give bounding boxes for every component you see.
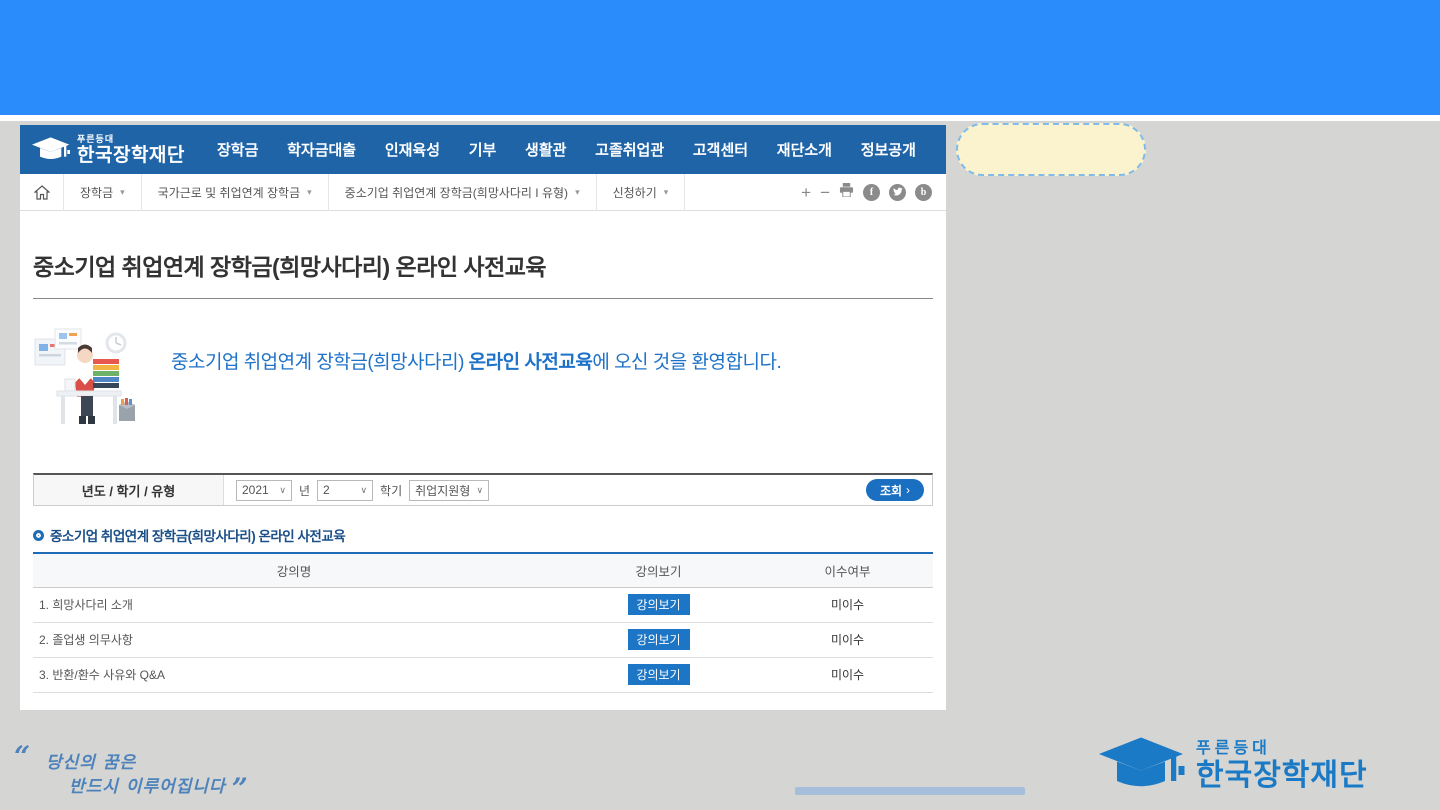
lecture-name: 1. 희망사다리 소개 (33, 587, 555, 622)
desk-illustration (33, 321, 139, 429)
printer-icon (839, 183, 854, 197)
chevron-down-icon: ∨ (477, 485, 484, 496)
lecture-view-cell: 강의보기 (555, 657, 762, 692)
nav-item-donation[interactable]: 기부 (469, 139, 497, 160)
graduation-cap-icon (32, 135, 72, 165)
nav-item-disclosure[interactable]: 정보공개 (861, 139, 916, 160)
footer-logo-tagline: 푸른등대 (1196, 741, 1368, 757)
completion-status-cell: 미이수 (762, 657, 933, 692)
site-logo[interactable]: 푸른등대 한국장학재단 (20, 135, 195, 165)
nav-item-about[interactable]: 재단소개 (777, 139, 832, 160)
search-button[interactable]: 조회 › (866, 479, 924, 501)
slogan-line2: 반드시 이루어집니다” (69, 772, 249, 805)
nav-item-customer-center[interactable]: 고객센터 (693, 139, 748, 160)
lecture-table: 강의명 강의보기 이수여부 1. 희망사다리 소개 강의보기 미이수 (33, 554, 933, 693)
site-logo-tagline: 푸른등대 (77, 135, 185, 144)
column-header-view: 강의보기 (555, 554, 762, 587)
section-heading: 중소기업 취업연계 장학금(희망사다리) 온라인 사전교육 (33, 525, 933, 554)
section-title: 중소기업 취업연계 장학금(희망사다리) 온라인 사전교육 (50, 525, 345, 545)
footer-logo: 푸른등대 한국장학재단 (1098, 733, 1368, 799)
semester-select[interactable]: 2 ∨ (317, 480, 373, 501)
bottom-accent-bar (795, 787, 1025, 795)
slide-top-band (0, 0, 1440, 115)
twitter-icon (893, 187, 903, 197)
table-row: 3. 반환/환수 사유와 Q&A 강의보기 미이수 (33, 657, 933, 692)
filter-label: 년도 / 학기 / 유형 (34, 475, 224, 505)
lecture-view-cell: 강의보기 (555, 622, 762, 657)
font-zoom-out-button[interactable]: − (820, 184, 830, 201)
view-lecture-button[interactable]: 강의보기 (628, 594, 690, 615)
footer-logo-text: 푸른등대 한국장학재단 (1196, 741, 1368, 791)
type-select[interactable]: 취업지원형 ∨ (409, 480, 489, 501)
completion-status-cell: 미이수 (762, 622, 933, 657)
lecture-view-cell: 강의보기 (555, 587, 762, 622)
website-screenshot-panel: 푸른등대 한국장학재단 장학금 학자금대출 인재육성 기부 생활관 고졸취업관 … (20, 125, 946, 710)
section-bullet-icon (33, 530, 44, 541)
welcome-block: 중소기업 취업연계 장학금(희망사다리) 온라인 사전교육에 오신 것을 환영합… (33, 321, 933, 429)
chevron-down-icon: ▾ (120, 187, 125, 198)
home-button[interactable] (20, 174, 64, 211)
site-logo-text: 푸른등대 한국장학재단 (77, 135, 185, 165)
breadcrumb: 장학금 ▾ 국가근로 및 취업연계 장학금 ▾ 중소기업 취업연계 장학금(희망… (20, 174, 946, 211)
blog-share-button[interactable]: b (915, 184, 932, 201)
status-badge: 미이수 (831, 633, 864, 647)
slide: 푸른등대 한국장학재단 장학금 학자금대출 인재육성 기부 생활관 고졸취업관 … (0, 0, 1440, 810)
facebook-share-button[interactable]: f (863, 184, 880, 201)
print-button[interactable] (839, 183, 854, 202)
chevron-down-icon: ▾ (664, 187, 669, 198)
filter-fields: 2021 ∨ 년 2 ∨ 학기 취업지원형 ∨ 조회 › (224, 479, 932, 501)
view-lecture-button[interactable]: 강의보기 (628, 664, 690, 685)
breadcrumb-item-sme-scholarship[interactable]: 중소기업 취업연계 장학금(희망사다리 I 유형) ▾ (329, 174, 597, 211)
main-nav-menu: 장학금 학자금대출 인재육성 기부 생활관 고졸취업관 고객센터 재단소개 정보… (217, 139, 916, 160)
page-title: 중소기업 취업연계 장학금(희망사다리) 온라인 사전교육 (33, 248, 933, 282)
close-quote-icon: ” (232, 772, 249, 805)
column-header-lecture-name: 강의명 (33, 554, 555, 587)
twitter-share-button[interactable] (889, 184, 906, 201)
blog-icon: b (921, 187, 927, 198)
page-content: 중소기업 취업연계 장학금(희망사다리) 온라인 사전교육 (20, 211, 946, 693)
column-header-completion: 이수여부 (762, 554, 933, 587)
nav-item-talent[interactable]: 인재육성 (385, 139, 440, 160)
home-icon (34, 185, 50, 200)
year-select[interactable]: 2021 ∨ (236, 480, 292, 501)
chevron-down-icon: ▾ (307, 187, 312, 198)
footer-logo-name: 한국장학재단 (1196, 761, 1368, 791)
annotation-callout (956, 123, 1146, 176)
lecture-name: 3. 반환/환수 사유와 Q&A (33, 657, 555, 692)
nav-item-loans[interactable]: 학자금대출 (287, 139, 356, 160)
table-row: 2. 졸업생 의무사항 강의보기 미이수 (33, 622, 933, 657)
main-navbar: 푸른등대 한국장학재단 장학금 학자금대출 인재육성 기부 생활관 고졸취업관 … (20, 125, 946, 174)
nav-item-highschool-jobs[interactable]: 고졸취업관 (595, 139, 664, 160)
nav-item-dormitory[interactable]: 생활관 (525, 139, 566, 160)
font-zoom-in-button[interactable]: + (801, 184, 811, 201)
breadcrumb-item-work-study[interactable]: 국가근로 및 취업연계 장학금 ▾ (142, 174, 329, 211)
filter-bar: 년도 / 학기 / 유형 2021 ∨ 년 2 ∨ 학기 취업지원형 ∨ (33, 473, 933, 506)
open-quote-icon: “ (14, 740, 30, 773)
chevron-down-icon: ▾ (575, 187, 580, 198)
slide-band-divider (0, 115, 1440, 121)
slogan-line1: 당신의 꿈은 (46, 748, 136, 773)
graduation-cap-icon (1098, 733, 1190, 799)
title-divider (33, 298, 933, 299)
lecture-name: 2. 졸업생 의무사항 (33, 622, 555, 657)
table-row: 1. 희망사다리 소개 강의보기 미이수 (33, 587, 933, 622)
page-toolbar: + − f b (801, 183, 946, 202)
table-header-row: 강의명 강의보기 이수여부 (33, 554, 933, 587)
chevron-right-icon: › (906, 483, 910, 497)
site-logo-name: 한국장학재단 (77, 146, 185, 165)
semester-unit-label: 학기 (380, 482, 402, 499)
facebook-icon: f (870, 187, 873, 198)
completion-status-cell: 미이수 (762, 587, 933, 622)
nav-item-scholarship[interactable]: 장학금 (217, 139, 258, 160)
chevron-down-icon: ∨ (279, 485, 286, 496)
status-badge: 미이수 (831, 668, 864, 682)
welcome-message-em: 온라인 사전교육 (469, 352, 593, 373)
welcome-message: 중소기업 취업연계 장학금(희망사다리) 온라인 사전교육에 오신 것을 환영합… (171, 347, 781, 429)
view-lecture-button[interactable]: 강의보기 (628, 629, 690, 650)
chevron-down-icon: ∨ (360, 485, 367, 496)
breadcrumb-item-scholarship[interactable]: 장학금 ▾ (64, 174, 142, 211)
status-badge: 미이수 (831, 598, 864, 612)
year-unit-label: 년 (299, 482, 310, 499)
breadcrumb-item-apply[interactable]: 신청하기 ▾ (597, 174, 686, 211)
